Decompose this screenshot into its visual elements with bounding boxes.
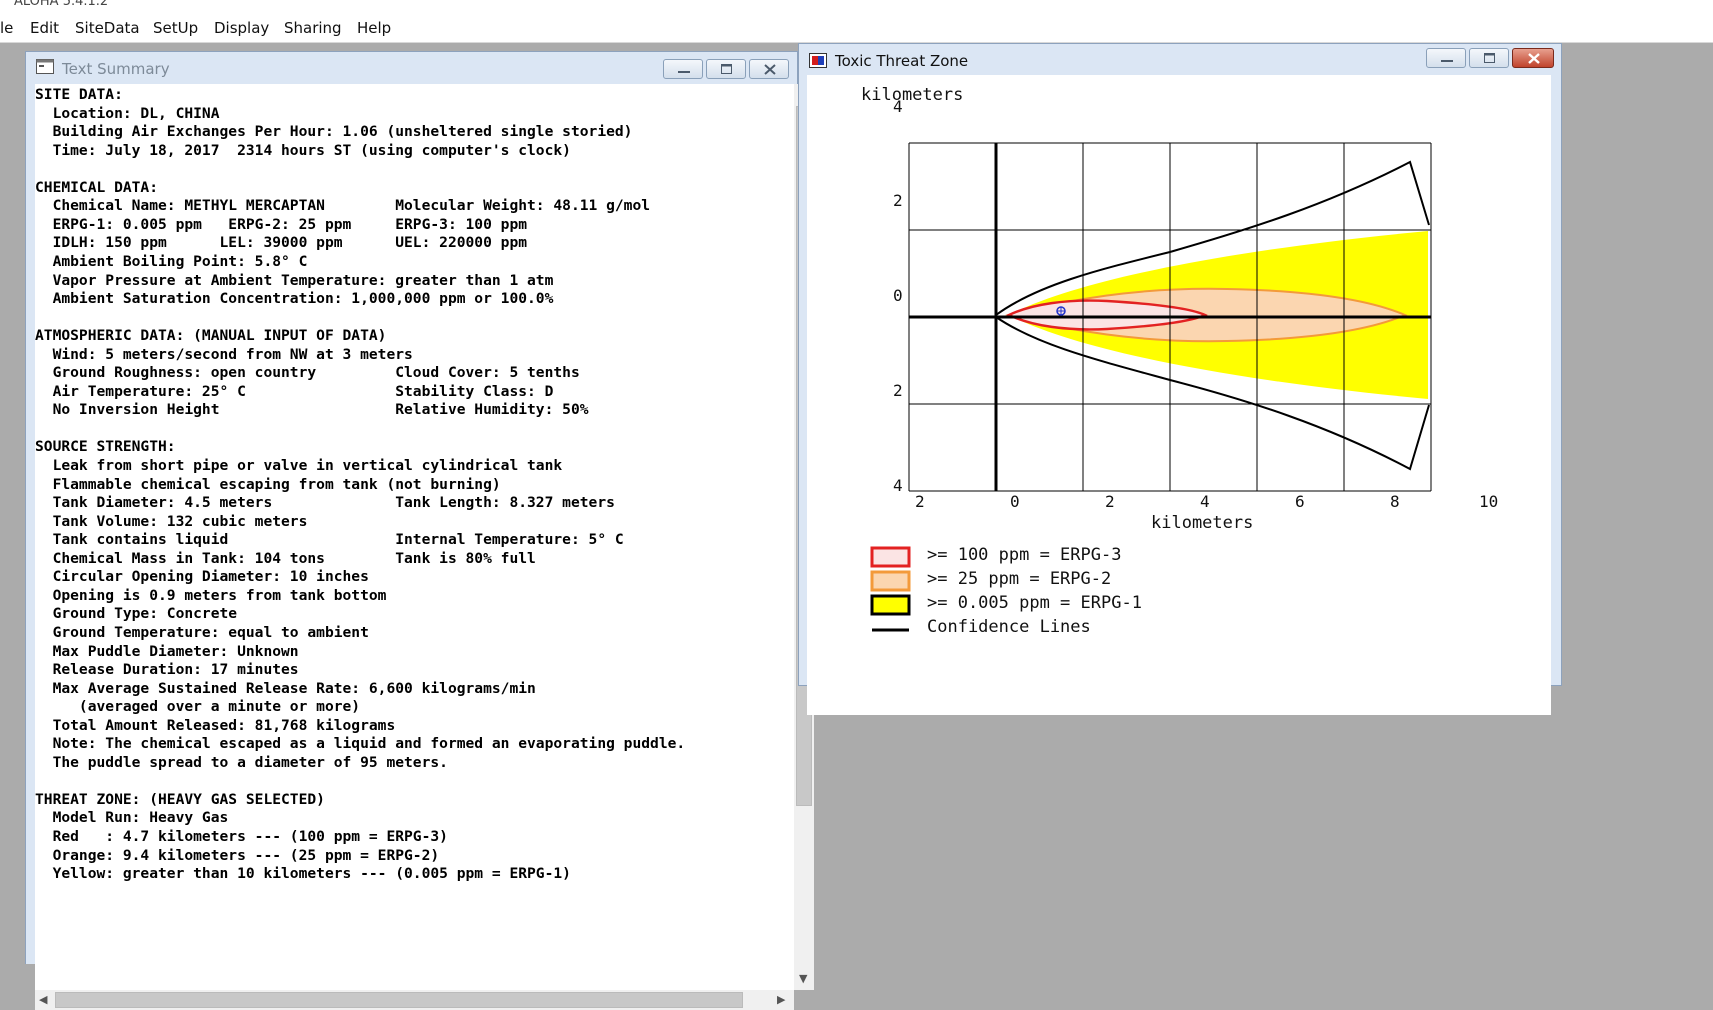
summary-line: Ground Temperature: equal to ambient bbox=[35, 623, 369, 641]
summary-line: Tank Diameter: 4.5 meters Tank Length: 8… bbox=[35, 494, 615, 512]
app-title-bar: ALOHA 5.4.1.2 bbox=[0, 0, 1713, 12]
horizontal-scrollbar[interactable]: ◀ ▶ bbox=[35, 990, 794, 1010]
text-summary-titlebar[interactable]: Text Summary bbox=[26, 52, 797, 82]
legend-label-erpg3: >= 100 ppm = ERPG-3 bbox=[927, 545, 1122, 565]
summary-line: Vapor Pressure at Ambient Temperature: g… bbox=[35, 271, 554, 289]
minimize-button[interactable] bbox=[663, 59, 703, 79]
minimize-icon bbox=[1441, 60, 1453, 62]
summary-line: Time: July 18, 2017 2314 hours ST (using… bbox=[35, 141, 571, 159]
text-summary-body: SITE DATA: Location: DL, CHINA Building … bbox=[35, 84, 794, 990]
app-title: ALOHA 5.4.1.2 bbox=[14, 0, 109, 9]
close-icon bbox=[764, 64, 776, 75]
threat-zone-window: Toxic Threat Zone kilometers 4 2 0 2 4 2… bbox=[798, 43, 1562, 715]
summary-line: The puddle spread to a diameter of 95 me… bbox=[35, 753, 448, 771]
summary-line: THREAT ZONE: (HEAVY GAS SELECTED) bbox=[35, 790, 325, 808]
close-icon bbox=[1528, 53, 1540, 64]
scroll-right-icon[interactable]: ▶ bbox=[777, 993, 785, 1006]
scroll-down-icon[interactable]: ▼ bbox=[799, 972, 807, 985]
summary-line: Red : 4.7 kilometers --- (100 ppm = ERPG… bbox=[35, 828, 448, 845]
summary-line: Max Average Sustained Release Rate: 6,60… bbox=[35, 679, 536, 697]
summary-line: Note: The chemical escaped as a liquid a… bbox=[35, 735, 686, 753]
legend-swatch-erpg3 bbox=[870, 546, 911, 568]
menu-bar: le Edit SiteData SetUp Display Sharing H… bbox=[0, 12, 1713, 43]
document-icon bbox=[36, 59, 54, 74]
text-summary-window: Text Summary SITE DATA: Location: DL, CH… bbox=[25, 51, 814, 1010]
minimize-icon bbox=[678, 71, 690, 73]
legend-label-confidence: Confidence Lines bbox=[927, 617, 1091, 637]
scroll-left-icon[interactable]: ◀ bbox=[39, 993, 47, 1006]
summary-line: Ambient Saturation Concentration: 1,000,… bbox=[35, 290, 554, 308]
restore-icon bbox=[721, 64, 732, 74]
summary-line: (averaged over a minute or more) bbox=[35, 698, 361, 716]
menu-setup[interactable]: SetUp bbox=[153, 19, 198, 37]
summary-line: Chemical Mass in Tank: 104 tons Tank is … bbox=[35, 549, 536, 567]
legend-label-erpg2: >= 25 ppm = ERPG-2 bbox=[927, 569, 1112, 589]
restore-icon bbox=[1484, 53, 1495, 63]
summary-line: Leak from short pipe or valve in vertica… bbox=[35, 457, 563, 474]
summary-line: Location: DL, CHINA bbox=[35, 104, 220, 122]
menu-edit[interactable]: Edit bbox=[30, 19, 59, 37]
summary-line: SOURCE STRENGTH: bbox=[35, 438, 176, 456]
threat-zone-plot bbox=[870, 142, 1432, 632]
summary-line: No Inversion Height Relative Humidity: 5… bbox=[35, 401, 589, 419]
threat-zone-plot-area: kilometers 4 2 0 2 4 2 0 2 4 6 8 10 kilo… bbox=[807, 75, 1551, 715]
menu-help[interactable]: Help bbox=[357, 19, 391, 37]
text-summary-title: Text Summary bbox=[62, 60, 170, 78]
summary-line: Building Air Exchanges Per Hour: 1.06 (u… bbox=[35, 123, 633, 141]
legend-label-erpg1: >= 0.005 ppm = ERPG-1 bbox=[927, 593, 1142, 613]
summary-line: Flammable chemical escaping from tank (n… bbox=[35, 475, 501, 493]
summary-line: Circular Opening Diameter: 10 inches bbox=[35, 568, 369, 586]
tz-minimize-button[interactable] bbox=[1426, 48, 1466, 68]
summary-line: Air Temperature: 25° C Stability Class: … bbox=[35, 382, 554, 400]
summary-line: Max Puddle Diameter: Unknown bbox=[35, 642, 299, 660]
summary-line: Ground Type: Concrete bbox=[35, 605, 238, 623]
summary-line: SITE DATA: bbox=[35, 86, 123, 103]
menu-sharing[interactable]: Sharing bbox=[284, 19, 342, 37]
tz-maximize-button[interactable] bbox=[1469, 48, 1509, 68]
summary-line: Total Amount Released: 81,768 kilograms bbox=[35, 716, 396, 734]
summary-line: Ambient Boiling Point: 5.8° C bbox=[35, 252, 308, 270]
threat-zone-app-icon bbox=[809, 53, 827, 68]
summary-line: IDLH: 150 ppm LEL: 39000 ppm UEL: 220000… bbox=[35, 234, 528, 252]
threat-zone-titlebar[interactable]: Toxic Threat Zone bbox=[799, 44, 1561, 74]
summary-line: Ground Roughness: open country Cloud Cov… bbox=[35, 364, 580, 382]
summary-line: ATMOSPHERIC DATA: (MANUAL INPUT OF DATA) bbox=[35, 327, 387, 345]
tz-close-button[interactable] bbox=[1512, 48, 1554, 68]
menu-file[interactable]: le bbox=[0, 19, 13, 37]
threat-zone-title: Toxic Threat Zone bbox=[835, 52, 969, 70]
summary-line: CHEMICAL DATA: bbox=[35, 178, 159, 196]
legend-swatch-erpg2 bbox=[870, 570, 911, 592]
summary-line: Orange: 9.4 kilometers --- (25 ppm = ERP… bbox=[35, 846, 440, 864]
summary-line: Opening is 0.9 meters from tank bottom bbox=[35, 586, 387, 604]
summary-line: Model Run: Heavy Gas bbox=[35, 809, 229, 827]
menu-sitedata[interactable]: SiteData bbox=[75, 19, 140, 37]
maximize-button[interactable] bbox=[706, 59, 746, 79]
summary-line: Wind: 5 meters/second from NW at 3 meter… bbox=[35, 345, 413, 363]
legend-swatch-erpg1 bbox=[870, 594, 911, 616]
summary-line: Chemical Name: METHYL MERCAPTAN Molecula… bbox=[35, 197, 651, 215]
summary-line: Tank contains liquid Internal Temperatur… bbox=[35, 531, 624, 549]
summary-line: ERPG-1: 0.005 ppm ERPG-2: 25 ppm ERPG-3:… bbox=[35, 215, 528, 233]
summary-line: Release Duration: 17 minutes bbox=[35, 661, 299, 679]
horizontal-scroll-thumb[interactable] bbox=[55, 992, 743, 1008]
close-button[interactable] bbox=[749, 59, 789, 79]
menu-display[interactable]: Display bbox=[214, 19, 269, 37]
summary-line: Tank Volume: 132 cubic meters bbox=[35, 512, 308, 530]
summary-line: Yellow: greater than 10 kilometers --- (… bbox=[35, 865, 571, 883]
